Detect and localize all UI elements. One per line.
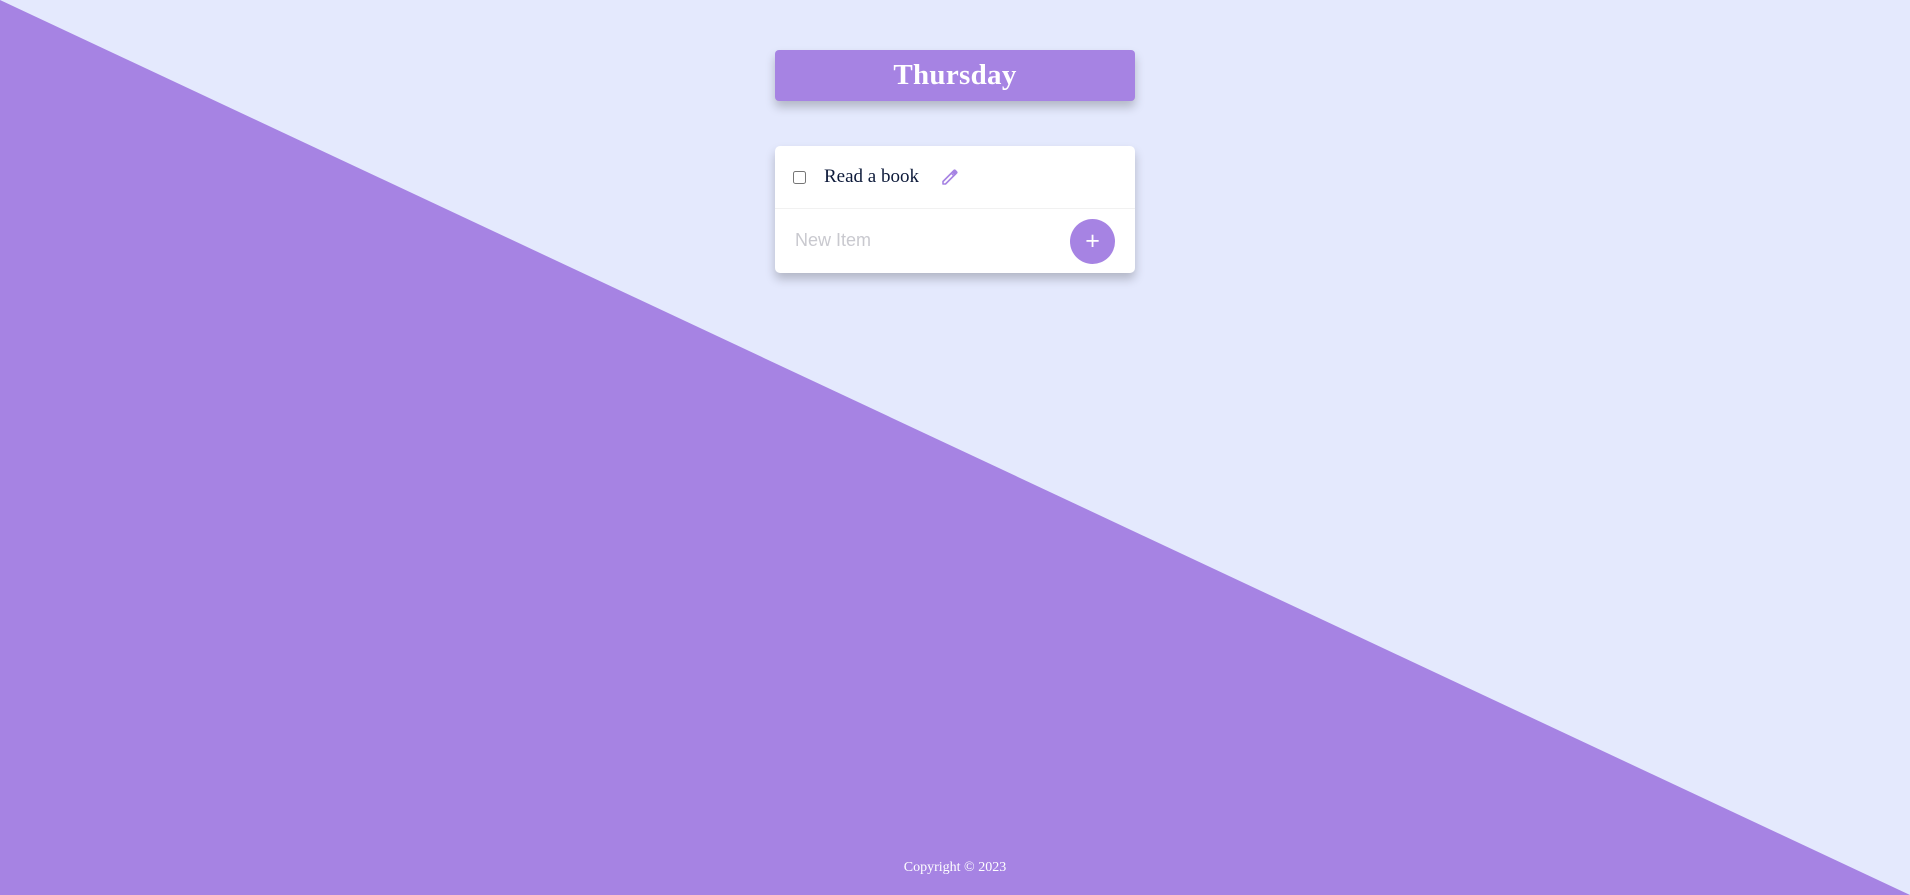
item-checkbox[interactable]: [793, 170, 806, 184]
list-item: Read a book: [775, 146, 1135, 209]
item-label: Read a book: [824, 166, 919, 187]
new-item-input[interactable]: [795, 230, 1065, 251]
todo-list: Read a book +: [775, 146, 1135, 273]
heading-box: Thursday: [775, 50, 1135, 101]
background-diagonal-shape: [0, 0, 1910, 895]
footer-copyright: Copyright © 2023: [903, 860, 1007, 875]
page-title: Thursday: [893, 59, 1017, 91]
pencil-icon[interactable]: [939, 166, 961, 188]
add-item-button[interactable]: +: [1070, 219, 1115, 264]
new-item-row: +: [775, 209, 1135, 272]
